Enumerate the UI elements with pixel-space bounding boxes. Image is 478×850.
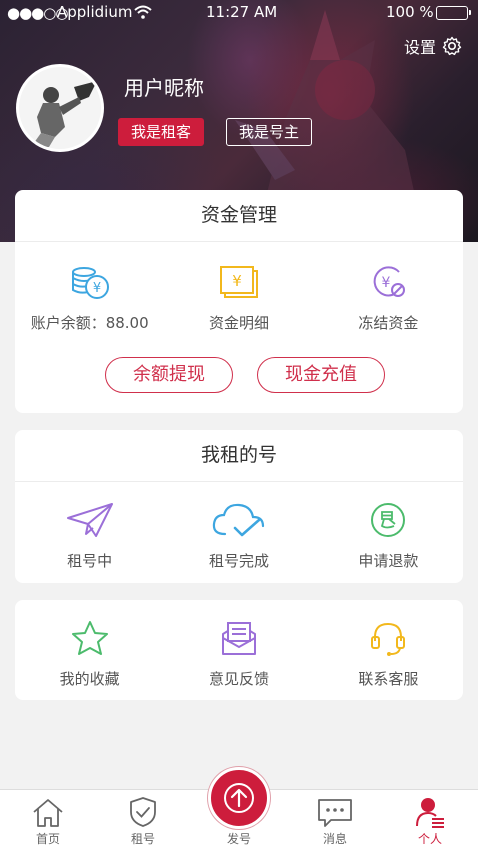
feedback-item[interactable]: 意见反馈	[164, 618, 313, 689]
refund-icon	[371, 503, 406, 537]
fund-details[interactable]: ¥ 资金明细	[164, 262, 313, 333]
refund-request-item[interactable]: 申请退款	[314, 500, 463, 571]
coins-yen-icon: ¥	[71, 267, 109, 299]
renting-label: 租号中	[67, 552, 113, 570]
renting-item[interactable]: 租号中	[15, 500, 164, 571]
rented-title: 我租的号	[15, 430, 463, 482]
rented-accounts-card: 我租的号 租号中 租号完成 申请退款	[15, 430, 463, 583]
refund-request-label: 申请退款	[358, 552, 419, 570]
funds-card: 资金管理 ¥ 账户余额：88.00 ¥ 资金明细 ¥ 冻结资金 余额提现 现金充…	[15, 190, 463, 413]
battery-percent: 100 %	[386, 3, 434, 21]
tab-home-label: 首页	[35, 832, 60, 846]
tab-profile[interactable]: 个人	[398, 790, 462, 847]
tab-messages-label: 消息	[322, 832, 347, 846]
user-profile-icon	[416, 798, 444, 828]
gear-icon	[442, 36, 462, 56]
tab-messages[interactable]: 消息	[303, 790, 367, 847]
role-owner-button[interactable]: 我是号主	[226, 118, 313, 146]
frozen-funds-label: 冻结资金	[358, 314, 419, 332]
status-bar: ●●●○○ Applidium 11:27 AM 100 %	[0, 0, 478, 26]
tab-rent-label: 租号	[130, 832, 155, 846]
paper-plane-icon	[66, 503, 113, 537]
tab-rent[interactable]: 租号	[111, 790, 175, 847]
more-grid: 我的收藏 意见反馈 联系客服	[15, 618, 463, 689]
carrier-name: Applidium	[57, 3, 133, 21]
recharge-button[interactable]: 现金充值	[257, 357, 385, 393]
headset-icon	[371, 622, 406, 656]
chat-bubble-icon	[318, 799, 352, 827]
rent-complete-label: 租号完成	[208, 552, 269, 570]
home-icon	[33, 799, 63, 827]
role-renter-button[interactable]: 我是租客	[118, 118, 205, 146]
avatar-image	[19, 67, 101, 149]
rent-complete-item[interactable]: 租号完成	[164, 500, 313, 571]
tab-profile-label: 个人	[417, 832, 442, 846]
user-nickname: 用户昵称	[124, 76, 204, 100]
settings-label: 设置	[404, 38, 437, 57]
shield-check-icon	[130, 797, 156, 827]
customer-service-item[interactable]: 联系客服	[314, 618, 463, 689]
more-services-card: 我的收藏 意见反馈 联系客服	[15, 600, 463, 700]
funds-grid: ¥ 账户余额：88.00 ¥ 资金明细 ¥ 冻结资金	[15, 262, 463, 333]
rented-grid: 租号中 租号完成 申请退款	[15, 500, 463, 571]
withdraw-button[interactable]: 余额提现	[105, 357, 233, 393]
tab-publish-label: 发号	[226, 832, 251, 846]
svg-text:¥: ¥	[382, 275, 391, 291]
svg-text:¥: ¥	[232, 272, 242, 290]
account-balance-label: 账户余额：88.00	[30, 314, 149, 332]
settings-button[interactable]: 设置	[404, 34, 462, 58]
yen-bill-icon: ¥	[219, 266, 258, 298]
feedback-label: 意见反馈	[208, 670, 269, 688]
svg-text:¥: ¥	[93, 281, 101, 296]
frozen-yen-icon: ¥	[373, 266, 406, 297]
star-icon	[71, 621, 108, 655]
favorites-item[interactable]: 我的收藏	[15, 618, 164, 689]
cloud-check-icon	[212, 503, 265, 537]
status-time: 11:27 AM	[206, 3, 278, 21]
avatar[interactable]	[16, 64, 104, 152]
wifi-icon	[134, 5, 152, 19]
tab-home[interactable]: 首页	[16, 790, 80, 847]
frozen-funds[interactable]: ¥ 冻结资金	[314, 262, 463, 333]
funds-title: 资金管理	[15, 190, 463, 242]
upload-arrow-icon	[224, 783, 254, 813]
account-balance[interactable]: ¥ 账户余额：88.00	[15, 262, 164, 333]
mail-feedback-icon	[221, 622, 256, 655]
battery-icon	[436, 6, 471, 20]
publish-button[interactable]	[208, 767, 270, 829]
favorites-label: 我的收藏	[59, 670, 120, 688]
customer-service-label: 联系客服	[358, 670, 419, 688]
fund-details-label: 资金明细	[208, 314, 269, 332]
